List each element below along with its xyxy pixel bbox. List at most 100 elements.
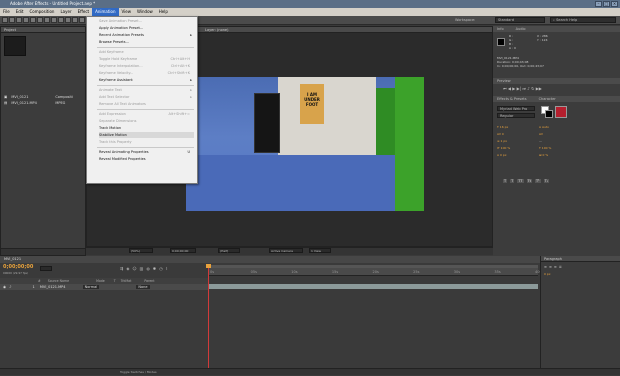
current-time-field[interactable]: 0;00;00;00 (170, 248, 196, 253)
align-right-icon[interactable]: ≡ (554, 265, 557, 269)
tab-preview[interactable]: Preview (497, 78, 511, 84)
workspace-select[interactable]: Standard (495, 17, 545, 23)
menu-item-recent-animation-presets[interactable]: Recent Animation Presets ▸ (99, 32, 194, 38)
indent-field[interactable]: 0 px (541, 272, 620, 276)
pan-behind-tool-icon[interactable] (37, 17, 43, 23)
shy-icon[interactable]: ☺ (132, 266, 136, 271)
menu-item-keyframe-assistant[interactable]: Keyframe Assistant ▸ (99, 77, 194, 83)
eye-icon[interactable]: ◉ (3, 285, 6, 289)
small-caps-button[interactable]: Tt (526, 179, 533, 183)
rotate-tool-icon[interactable] (23, 17, 29, 23)
horizontal-scale-field[interactable]: T 100 % (539, 145, 551, 152)
shape-tool-icon[interactable] (44, 17, 50, 23)
tab-timeline[interactable]: MVI_0121 (4, 257, 21, 261)
menu-view[interactable]: View (119, 8, 135, 16)
menu-item-stabilize-motion[interactable]: Stabilize Motion (99, 132, 194, 138)
align-left-icon[interactable]: ≡ (544, 265, 547, 269)
menu-item-track-motion[interactable]: Track Motion (99, 125, 194, 131)
camera-select[interactable]: Active Camera (269, 248, 303, 253)
minimize-icon[interactable]: – (595, 1, 602, 7)
timeline-timecode[interactable]: 0;00;00;00 (3, 264, 33, 270)
layer-duration-bar[interactable] (208, 284, 538, 289)
tab-audio[interactable]: Audio (516, 26, 526, 32)
camera-tool-icon[interactable] (30, 17, 36, 23)
comp-mini-flowchart-icon[interactable]: ⇶ (120, 266, 123, 271)
leading-field[interactable]: A Auto (539, 124, 551, 131)
brainstorm-icon[interactable]: ✺ (153, 266, 156, 271)
menu-animation[interactable]: Animation (92, 8, 119, 16)
ram-preview-icon[interactable]: ▶▶ (536, 86, 542, 91)
menu-item-reveal-modified-properties[interactable]: Reveal Modified Properties (99, 156, 194, 162)
resolution-select[interactable]: (Half) (218, 248, 240, 253)
audio-icon[interactable]: ♪ (527, 86, 530, 91)
search-help-input[interactable]: ⌕ Search Help (550, 17, 616, 23)
menu-file[interactable]: File (0, 8, 13, 16)
prev-frame-icon[interactable]: ◀ (508, 86, 511, 91)
menu-item-apply-animation-preset[interactable]: Apply Animation Preset... (99, 25, 194, 31)
play-icon[interactable]: ▶ (512, 86, 515, 91)
playhead-handle[interactable] (206, 264, 211, 268)
tab-effects-presets[interactable]: Effects & Presets (497, 96, 527, 102)
stroke-width-field[interactable]: ≡ 1 px (497, 138, 510, 145)
stroke-mode-select[interactable]: — (539, 138, 551, 145)
menu-window[interactable]: Window (134, 8, 156, 16)
timeline-search-input[interactable] (40, 266, 52, 271)
menu-layer[interactable]: Layer (57, 8, 74, 16)
menu-edit[interactable]: Edit (13, 8, 27, 16)
pen-tool-icon[interactable] (51, 17, 57, 23)
justify-icon[interactable]: ≣ (559, 265, 562, 269)
menu-item-browse-presets[interactable]: Browse Presets... (99, 39, 194, 45)
eraser-tool-icon[interactable] (79, 17, 85, 23)
all-caps-button[interactable]: TT (517, 179, 524, 183)
maximize-icon[interactable]: □ (603, 1, 610, 7)
faux-italic-button[interactable]: T (510, 179, 515, 183)
project-item[interactable]: ▤ MVI_0121.MP4 MPEG (1, 100, 85, 106)
project-tab[interactable]: Project (1, 27, 85, 33)
last-frame-icon[interactable]: ⏭ (522, 86, 526, 91)
layer-parent-select[interactable]: None (136, 285, 150, 289)
faux-bold-button[interactable]: T (503, 179, 508, 183)
zoom-select[interactable]: (50%) (129, 248, 153, 253)
menu-effect[interactable]: Effect (75, 8, 93, 16)
kerning-field[interactable]: AV (539, 131, 551, 138)
layer-row[interactable]: ◉ ♪ 1 MVI_0121.MP4 Normal None (0, 284, 208, 290)
font-family-select[interactable]: Myriad Web Pro (497, 106, 535, 111)
tab-character[interactable]: Character (539, 96, 556, 102)
brush-tool-icon[interactable] (65, 17, 71, 23)
font-style-select[interactable]: Regular (497, 113, 535, 118)
menu-help[interactable]: Help (156, 8, 171, 16)
font-size-field[interactable]: T 16 px (497, 124, 510, 131)
clone-tool-icon[interactable] (72, 17, 78, 23)
layer-name[interactable]: MVI_0121.MP4 (40, 285, 66, 289)
view-layout-select[interactable]: 1 View (309, 248, 331, 253)
menu-composition[interactable]: Composition (26, 8, 57, 16)
stroke-color-swatch[interactable] (545, 110, 553, 118)
tab-info[interactable]: Info (497, 26, 504, 32)
loop-icon[interactable]: ↻ (531, 86, 534, 91)
motion-blur-icon[interactable]: ◍ (146, 266, 150, 271)
text-tool-icon[interactable] (58, 17, 64, 23)
work-area-bar[interactable] (208, 265, 538, 268)
color-picker-swatch[interactable] (555, 106, 567, 118)
baseline-field[interactable]: A 0 px (497, 152, 510, 159)
tsume-field[interactable]: ⊞ 0 % (539, 152, 551, 159)
subscript-button[interactable]: T₁ (543, 179, 550, 183)
tracking-field[interactable]: AV 0 (497, 131, 510, 138)
menu-item-reveal-animating-properties[interactable]: Reveal Animating Properties U (99, 149, 194, 155)
superscript-button[interactable]: T¹ (535, 179, 541, 183)
graph-editor-icon[interactable]: ⌇ (166, 266, 168, 271)
draft-3d-icon[interactable]: ◈ (126, 266, 129, 271)
close-icon[interactable]: × (611, 1, 618, 7)
current-time-indicator[interactable] (208, 265, 209, 375)
selection-tool-icon[interactable] (2, 17, 8, 23)
layer-mode-select[interactable]: Normal (82, 285, 100, 289)
align-center-icon[interactable]: ≡ (549, 265, 552, 269)
first-frame-icon[interactable]: ⏮ (503, 86, 507, 91)
audio-toggle-icon[interactable]: ♪ (9, 285, 11, 289)
toggle-switches-modes[interactable]: Toggle Switches / Modes (120, 370, 157, 374)
zoom-tool-icon[interactable] (16, 17, 22, 23)
frame-blending-icon[interactable]: ▥ (140, 266, 144, 271)
next-frame-icon[interactable]: ▶| (517, 86, 521, 91)
hand-tool-icon[interactable] (9, 17, 15, 23)
auto-keyframe-icon[interactable]: ◷ (159, 266, 163, 271)
